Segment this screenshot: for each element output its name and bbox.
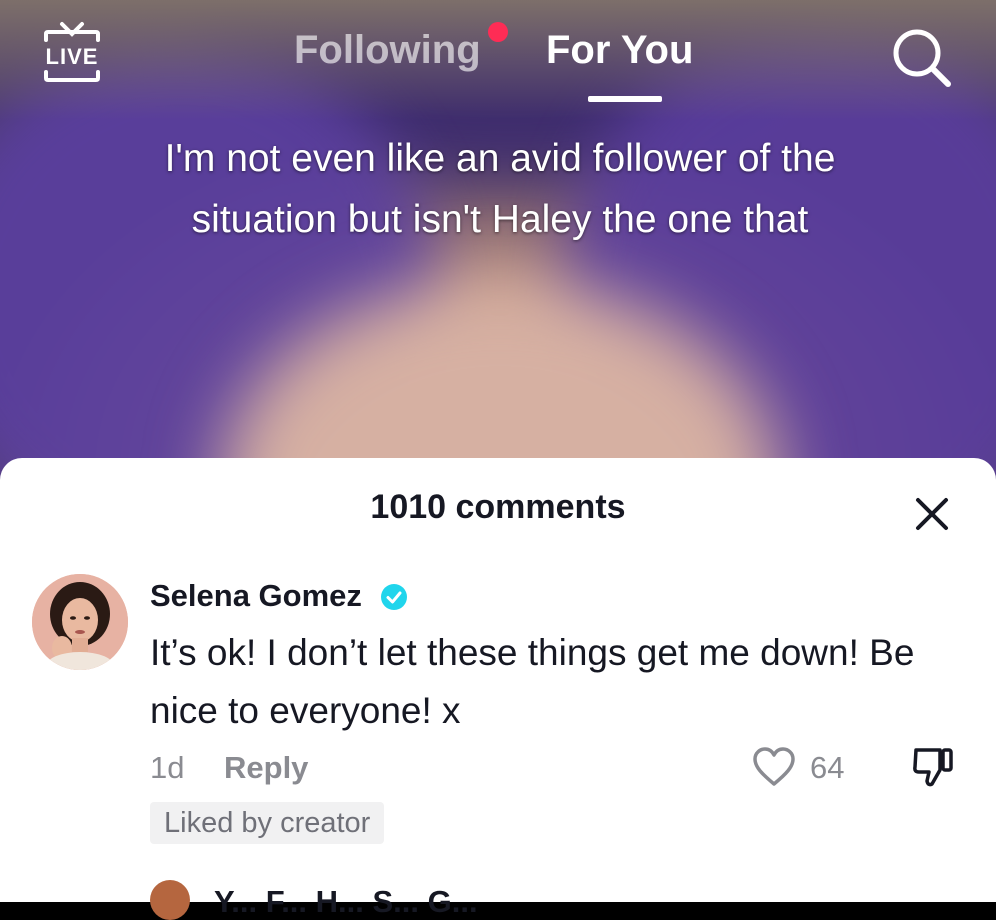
- avatar-portrait: [32, 574, 128, 670]
- verified-badge: [380, 583, 408, 611]
- heart-icon: [753, 747, 795, 786]
- like-button[interactable]: [752, 746, 796, 788]
- tab-following[interactable]: Following: [294, 28, 481, 73]
- avatar[interactable]: [32, 574, 128, 670]
- video-caption: I'm not even like an avid follower of th…: [164, 137, 836, 241]
- close-button[interactable]: [914, 496, 950, 532]
- live-label: LIVE: [45, 44, 99, 69]
- tab-for-you[interactable]: For You: [546, 28, 693, 73]
- active-tab-indicator: [588, 96, 662, 102]
- close-icon: [916, 498, 948, 530]
- like-count: 64: [810, 750, 845, 785]
- liked-by-creator-badge: Liked by creator: [150, 802, 385, 844]
- comment-time: 1d: [150, 750, 185, 785]
- comment-text: It’s ok! I don’t let these things get me…: [150, 632, 915, 731]
- reply-button[interactable]: Reply: [224, 750, 308, 786]
- next-comment-preview: Y... F... H... S... G...: [214, 884, 478, 919]
- search-icon: [893, 29, 951, 87]
- verified-icon: [381, 584, 407, 610]
- comments-count: 1010 comments: [370, 488, 626, 526]
- comment-username[interactable]: Selena Gomez: [150, 578, 362, 614]
- thumbs-down-icon: [913, 748, 953, 787]
- dislike-button[interactable]: [910, 744, 956, 790]
- notification-dot: [488, 22, 508, 42]
- avatar[interactable]: [150, 880, 190, 920]
- video-top-shade: [0, 0, 996, 120]
- live-button[interactable]: LIVE: [40, 20, 104, 86]
- search-button[interactable]: [888, 24, 954, 90]
